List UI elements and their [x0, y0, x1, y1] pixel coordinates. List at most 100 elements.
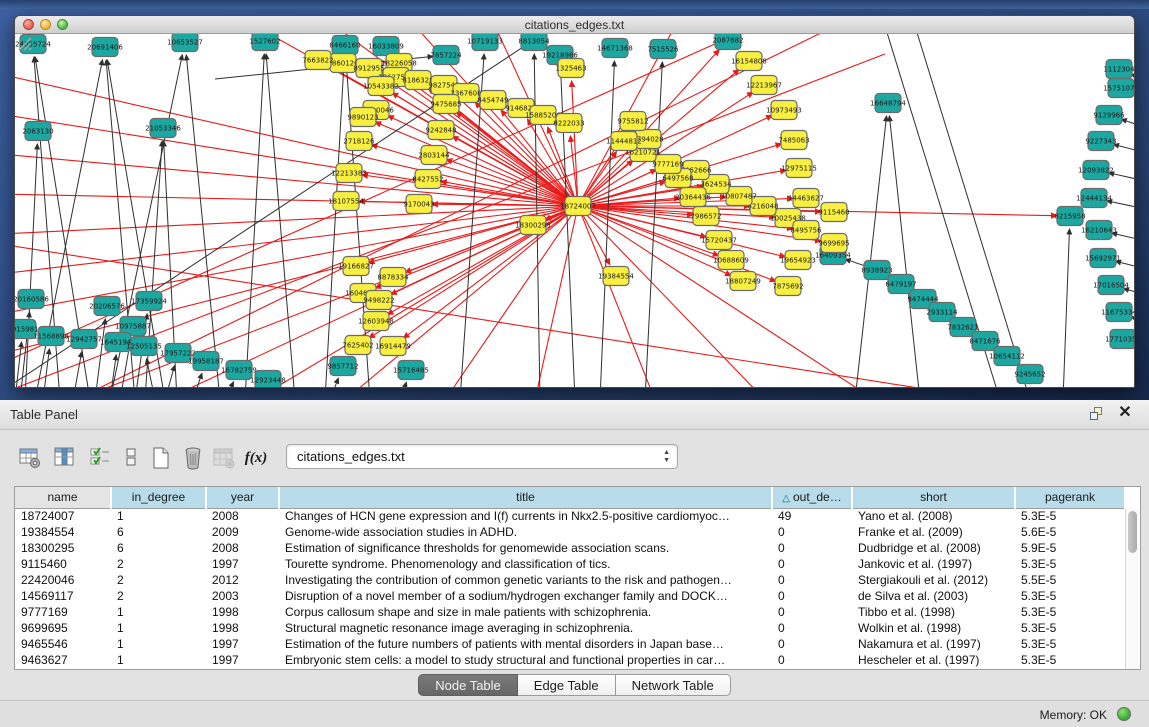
column-header-title[interactable]: title [279, 487, 772, 508]
column-header-name[interactable]: name [15, 487, 111, 508]
graph-node[interactable]: 14671368 [597, 39, 633, 58]
table-cell[interactable]: 5.6E-5 [1015, 524, 1125, 540]
graph-node[interactable]: 9475685 [430, 95, 461, 114]
table-row[interactable]: 2242004622012Investigating the contribut… [15, 572, 1125, 588]
table-cell[interactable]: 1 [111, 652, 206, 668]
table-cell[interactable]: 2008 [206, 540, 279, 556]
graph-node[interactable]: 19384554 [598, 267, 634, 286]
table-cell[interactable]: 2012 [206, 572, 279, 588]
column-header-in_degree[interactable]: in_degree [111, 487, 206, 508]
table-options-icon[interactable] [16, 444, 44, 472]
tab-network-table[interactable]: Network Table [616, 674, 731, 696]
graph-node[interactable]: 12444134 [1076, 189, 1112, 208]
table-cell[interactable]: 9465546 [15, 636, 111, 652]
table-cell[interactable]: Nakamura et al. (1997) [852, 636, 1015, 652]
column-visibility-icon[interactable] [51, 444, 79, 472]
graph-node[interactable]: 9857712 [327, 357, 358, 376]
graph-node[interactable]: 11675334 [1101, 303, 1134, 322]
delete-table-icon[interactable] [179, 444, 207, 472]
graph-node[interactable]: 7875692 [772, 277, 803, 296]
graph-node[interactable]: 9699695 [818, 234, 849, 253]
graph-node[interactable]: 1527602 [249, 34, 280, 51]
table-cell[interactable]: 0 [772, 556, 852, 572]
graph-node[interactable]: 11568898 [33, 327, 69, 346]
table-cell[interactable]: Estimation of significance thresholds fo… [279, 540, 772, 556]
graph-node[interactable]: 8495756 [790, 221, 822, 240]
float-panel-icon[interactable] [1090, 407, 1105, 422]
graph-node[interactable]: 10654112 [989, 347, 1025, 366]
tab-node-table[interactable]: Node Table [418, 674, 518, 696]
citation-network-graph[interactable]: 2405572420691406106535271527602846616016… [15, 34, 1134, 387]
graph-node[interactable]: 19166827 [338, 257, 374, 276]
table-cell[interactable]: 9115460 [15, 556, 111, 572]
table-cell[interactable]: 5.9E-5 [1015, 540, 1125, 556]
table-cell[interactable]: 49 [772, 508, 852, 524]
graph-node[interactable]: 12505135 [126, 337, 162, 356]
graph-node[interactable]: 10653527 [167, 34, 203, 52]
table-row[interactable]: 1872400712008Changes of HCN gene express… [15, 508, 1125, 524]
network-canvas[interactable]: 2405572420691406106535271527602846616016… [15, 34, 1134, 387]
table-cell[interactable]: 14569117 [15, 588, 111, 604]
table-cell[interactable]: 1 [111, 636, 206, 652]
graph-node[interactable]: 9129966 [1093, 106, 1125, 125]
table-cell[interactable]: Stergiakouli et al. (2012) [852, 572, 1015, 588]
table-row[interactable]: 1456911722003Disruption of a novel membe… [15, 588, 1125, 604]
graph-node[interactable]: 7986572 [690, 207, 721, 226]
graph-node[interactable]: 12942757 [66, 330, 102, 349]
table-cell[interactable]: 5.3E-5 [1015, 636, 1125, 652]
graph-node[interactable]: 18107554 [328, 192, 364, 211]
graph-node[interactable]: 1112304 [1103, 60, 1134, 79]
close-panel-icon[interactable]: ✕ [1117, 405, 1133, 421]
graph-node[interactable]: 8813054 [518, 34, 550, 51]
table-cell[interactable]: 0 [772, 604, 852, 620]
table-cell[interactable]: 1997 [206, 636, 279, 652]
table-cell[interactable]: 1998 [206, 620, 279, 636]
graph-node[interactable]: 8427552 [412, 170, 443, 189]
table-cell[interactable]: 2 [111, 588, 206, 604]
graph-node[interactable]: 19654923 [780, 251, 816, 270]
graph-node[interactable]: 9755812 [617, 112, 648, 131]
graph-node[interactable]: 17016504 [1093, 276, 1129, 295]
graph-node[interactable]: 7857224 [430, 46, 462, 65]
function-builder-icon[interactable]: f(x) [242, 444, 270, 472]
table-cell[interactable]: 9699695 [15, 620, 111, 636]
table-cell[interactable]: 0 [772, 572, 852, 588]
table-cell[interactable]: Disruption of a novel member of a sodium… [279, 588, 772, 604]
table-cell[interactable]: 6 [111, 524, 206, 540]
table-cell[interactable]: 5.3E-5 [1015, 508, 1125, 524]
graph-node[interactable]: 19958187 [188, 352, 224, 371]
table-cell[interactable]: Yano et al. (2008) [852, 508, 1015, 524]
table-cell[interactable]: 0 [772, 652, 852, 668]
graph-node[interactable]: 17359924 [131, 292, 167, 311]
graph-node[interactable]: 16648794 [870, 94, 906, 113]
table-cell[interactable]: 1 [111, 508, 206, 524]
table-cell[interactable]: 0 [772, 540, 852, 556]
table-cell[interactable]: 6 [111, 540, 206, 556]
graph-node[interactable]: 14463627 [788, 189, 824, 208]
graph-node[interactable]: 15716485 [393, 361, 429, 380]
graph-node[interactable]: 7625402 [342, 336, 373, 355]
graph-node[interactable]: 2803144 [418, 146, 450, 165]
graph-node[interactable]: 1325463 [555, 59, 586, 78]
table-cell[interactable]: Franke et al. (2009) [852, 524, 1015, 540]
graph-node[interactable]: 12975115 [781, 159, 817, 178]
table-cell[interactable]: Investigating the contribution of common… [279, 572, 772, 588]
table-cell[interactable]: 18724007 [15, 508, 111, 524]
table-scrollbar[interactable] [1125, 509, 1139, 669]
graph-node[interactable]: 9890123 [347, 108, 378, 127]
table-cell[interactable]: 22420046 [15, 572, 111, 588]
graph-node[interactable]: 15751074 [1103, 79, 1134, 98]
table-row[interactable]: 1938455462009Genome-wide association stu… [15, 524, 1125, 540]
graph-node[interactable]: 7663822 [302, 51, 333, 70]
table-cell[interactable]: 1 [111, 604, 206, 620]
new-table-icon[interactable] [147, 444, 175, 472]
table-cell[interactable]: Hescheler et al. (1997) [852, 652, 1015, 668]
graph-node[interactable]: 20206576 [89, 297, 125, 316]
table-cell[interactable]: Corpus callosum shape and size in male p… [279, 604, 772, 620]
table-row[interactable]: 1830029562008Estimation of significance … [15, 540, 1125, 556]
graph-node[interactable]: 18300295 [515, 216, 551, 235]
graph-node[interactable]: 20160586 [15, 290, 49, 309]
table-cell[interactable]: 1997 [206, 652, 279, 668]
table-cell[interactable]: 18300295 [15, 540, 111, 556]
graph-node[interactable]: 17710355 [1105, 330, 1134, 349]
